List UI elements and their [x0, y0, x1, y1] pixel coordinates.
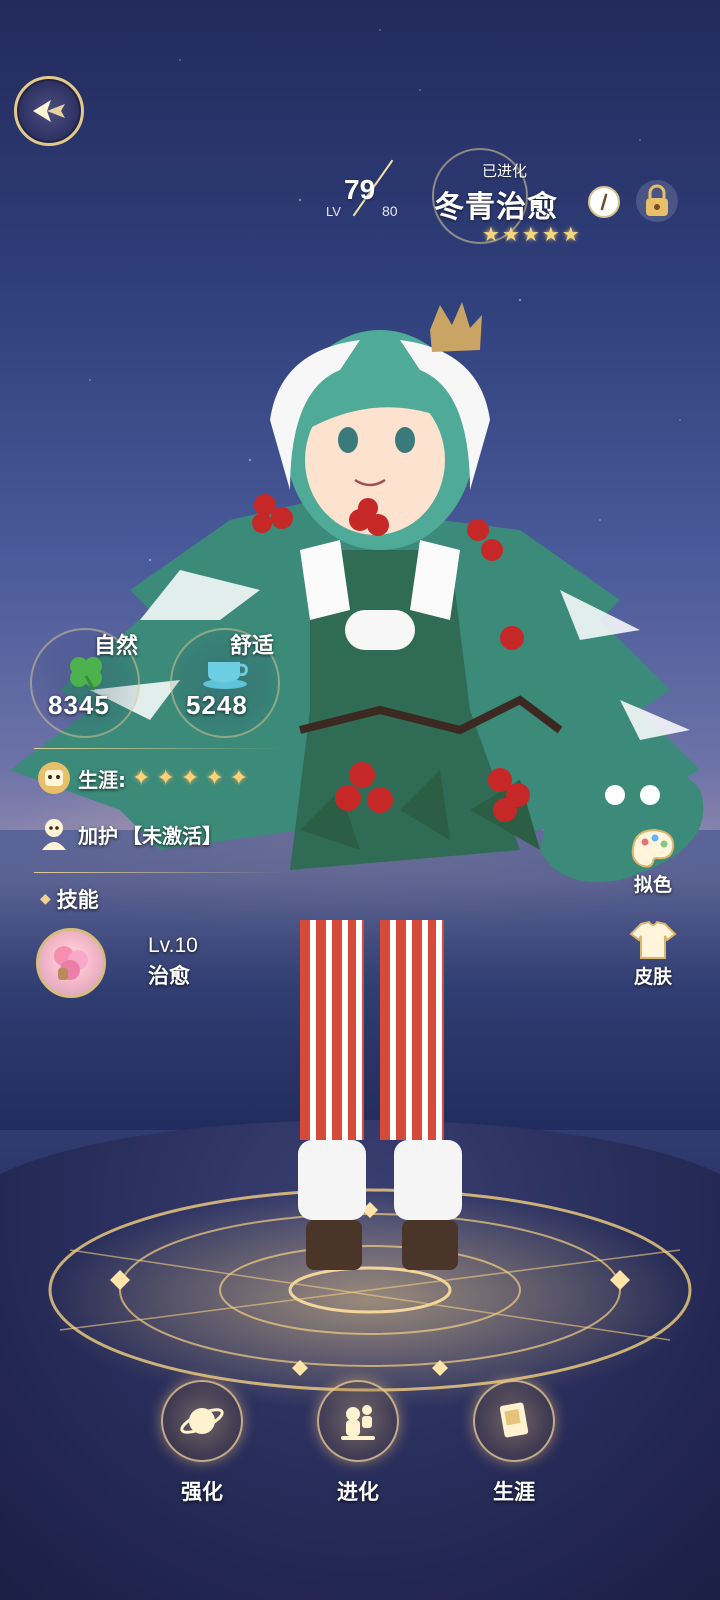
career-star-icon: ✦ [205, 765, 224, 791]
skill-level: Lv.10 [148, 934, 198, 957]
skill-name: 治愈 [148, 964, 190, 988]
guard-value: 【未激活】 [122, 823, 222, 848]
guard-label: 加护 [78, 823, 118, 848]
character-detail-screen: 79 LV 80 已进化 冬青治愈 ★ ★ ★ ★ ★ 自然 8345 舒适 5… [0, 0, 720, 1600]
diamond-icon: ◆ [40, 891, 51, 907]
guard-row[interactable]: 加护 【未激活】 [34, 814, 222, 854]
rarity-star-icon: ★ [482, 222, 500, 246]
enhance-label: 强化 [181, 1480, 223, 1504]
back-button[interactable] [14, 76, 84, 146]
career-star-icon: ✦ [156, 765, 175, 791]
dye-button[interactable]: 拟色 [618, 826, 688, 897]
stat-nature-value: 8345 [48, 690, 110, 720]
character-model[interactable] [0, 290, 720, 1310]
dye-label: 拟色 [633, 874, 672, 896]
evolved-tag: 已进化 [482, 162, 528, 180]
stat-comfort-value: 5248 [186, 690, 248, 720]
enhance-button[interactable]: 强化 [152, 1380, 252, 1506]
book-icon [473, 1380, 555, 1462]
career-star-icon: ✦ [229, 765, 249, 791]
clover-icon [70, 657, 102, 691]
career-star-icon: ✦ [180, 765, 200, 791]
shirt-icon [627, 918, 679, 962]
info-icon [600, 193, 608, 211]
skill-header: ◆ 技能 [40, 884, 99, 914]
career-stars: ✦ ✦ ✦ ✦ ✦ [132, 766, 248, 791]
evolve-label: 进化 [337, 1480, 379, 1504]
skin-label: 皮肤 [633, 966, 672, 988]
career-nav-button[interactable]: 生涯 [464, 1380, 564, 1506]
healing-skill-art [54, 946, 88, 980]
info-divider [34, 872, 284, 873]
healing-skill-icon[interactable] [36, 928, 106, 998]
cat-badge-icon [34, 758, 74, 798]
character-info-button[interactable] [588, 186, 620, 218]
level-current: 79 [344, 174, 376, 205]
career-label: 生涯: [78, 767, 126, 792]
rarity-star-icon: ★ [541, 222, 560, 246]
back-arrow-icon [33, 100, 65, 122]
rarity-star-icon: ★ [521, 222, 540, 246]
career-star-icon: ✦ [132, 765, 151, 791]
level-label: LV [326, 204, 341, 219]
planet-icon [161, 1380, 243, 1462]
stat-comfort: 舒适 5248 [170, 628, 290, 748]
palette-icon [627, 826, 679, 870]
skin-button[interactable]: 皮肤 [618, 918, 688, 989]
evolve-icon [317, 1380, 399, 1462]
lock-icon [646, 184, 668, 216]
character-name: 冬青治愈 [434, 190, 558, 225]
lock-button[interactable] [636, 180, 678, 222]
level-max: 80 [382, 203, 398, 219]
evolve-button[interactable]: 进化 [308, 1380, 408, 1506]
guard-badge-icon [34, 814, 74, 854]
rarity-star-icon: ★ [561, 222, 580, 246]
career-row[interactable]: 生涯: ✦ ✦ ✦ ✦ ✦ [34, 758, 248, 798]
teacup-icon [203, 662, 248, 689]
level-display: 79 LV 80 [322, 150, 432, 230]
rarity-stars: ★ ★ ★ ★ ★ [482, 224, 580, 244]
stat-nature: 自然 8345 [30, 628, 150, 748]
career-nav-label: 生涯 [493, 1480, 535, 1504]
skill-section-title: 技能 [56, 888, 99, 912]
rarity-star-icon: ★ [501, 222, 520, 246]
stats-divider [34, 748, 284, 749]
